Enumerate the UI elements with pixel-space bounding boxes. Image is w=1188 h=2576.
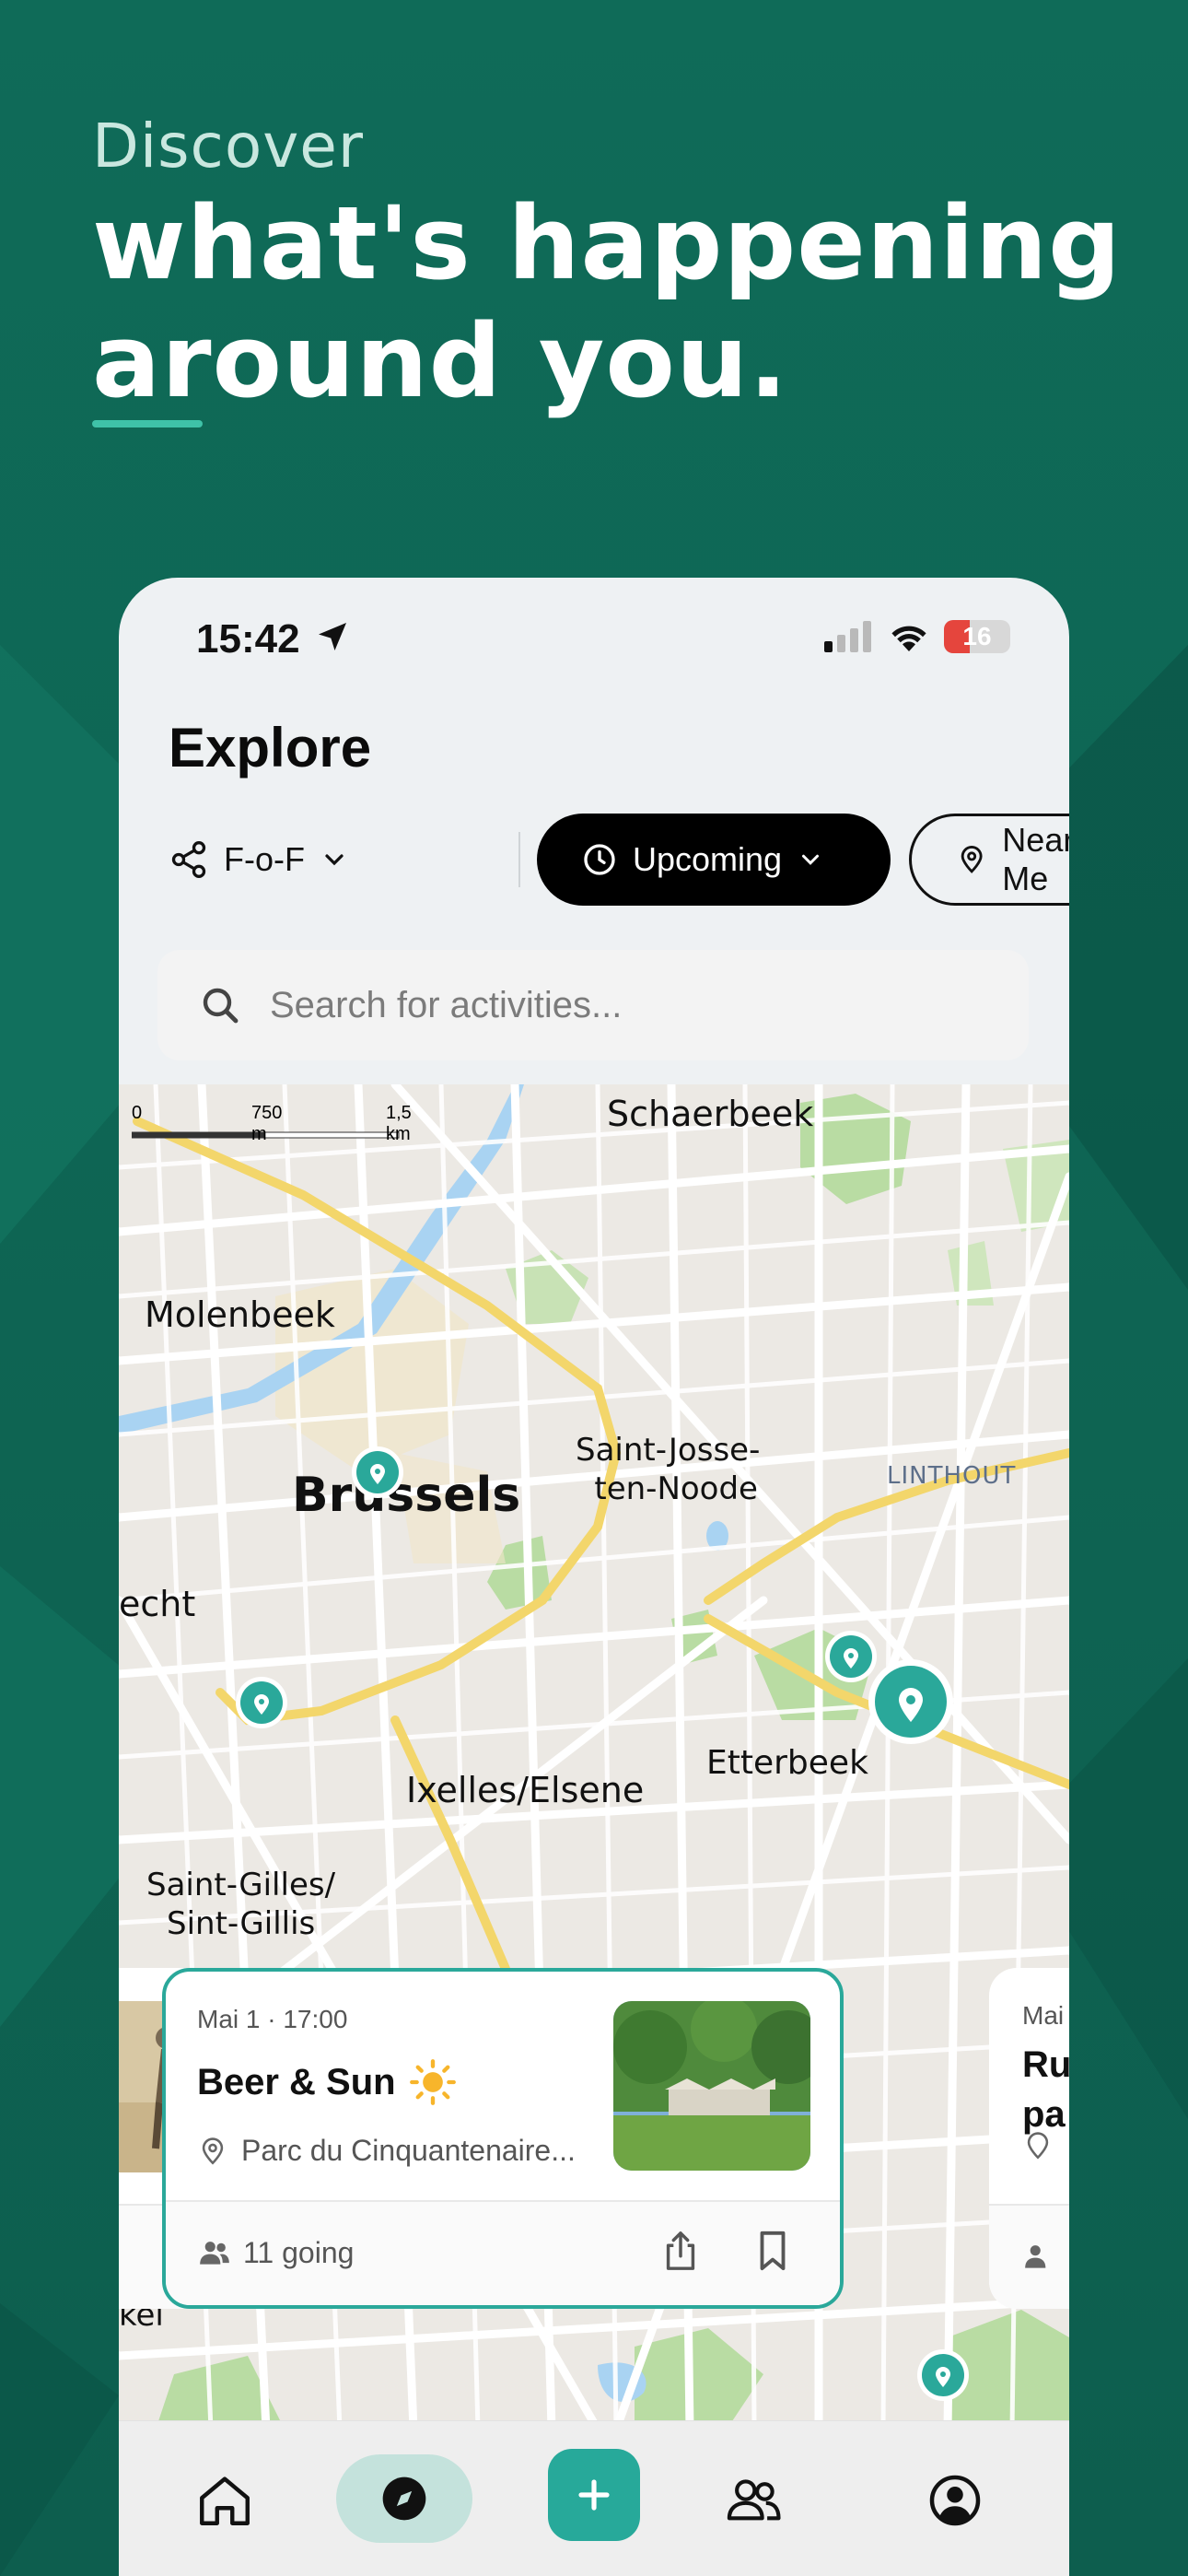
map-label-saint-gilles: Saint-Gilles/ Sint-Gillis xyxy=(146,1866,335,1943)
sun-emoji-icon xyxy=(410,2059,456,2105)
event-photo xyxy=(613,2001,810,2171)
map-label-saint-gilles-line1: Saint-Gilles/ xyxy=(146,1867,336,1903)
attendees-count-text: 11 going xyxy=(243,2235,355,2269)
signal-icon xyxy=(824,621,871,652)
fof-filter-button[interactable]: F-o-F xyxy=(169,814,349,906)
friends-icon xyxy=(727,2479,781,2521)
map-label-molenbeek: Molenbeek xyxy=(145,1294,335,1335)
event-date: Mai 1 · 17:00 xyxy=(197,2005,348,2033)
profile-icon xyxy=(929,2475,981,2526)
search-icon xyxy=(203,988,239,1024)
event-location-text: Parc du Cinquantenaire... xyxy=(241,2134,576,2167)
people-icon xyxy=(1025,2245,1046,2268)
map-label-saint-gilles-line2: Sint-Gillis xyxy=(167,1905,316,1942)
battery-level: 16 xyxy=(962,622,992,650)
share-icon[interactable] xyxy=(659,2228,702,2274)
page-title: Explore xyxy=(169,717,372,779)
headline-line-2: around you. xyxy=(92,302,789,420)
plus-icon xyxy=(578,2479,610,2511)
next-event-title-line1: Ru xyxy=(1022,2044,1069,2085)
filter-divider xyxy=(518,832,520,887)
location-arrow-icon xyxy=(319,623,346,650)
location-pin-icon xyxy=(202,2137,224,2165)
bookmark-icon[interactable] xyxy=(751,2228,794,2274)
headline-underline xyxy=(92,420,203,427)
map-pin-marker[interactable] xyxy=(914,2347,972,2404)
home-icon xyxy=(200,2476,250,2525)
headline-kicker: Discover xyxy=(92,111,365,181)
near-me-filter-label: Near Me xyxy=(1002,821,1069,897)
next-event-date: Mai xyxy=(1022,2001,1065,2030)
wifi-icon xyxy=(891,626,926,651)
map-pin-selected-marker[interactable] xyxy=(865,1656,957,1748)
scale-end: 1,5 km xyxy=(386,1103,412,1144)
tab-add[interactable] xyxy=(548,2449,640,2541)
scale-zero: 0 xyxy=(132,1103,143,1123)
location-pin-icon xyxy=(961,846,983,873)
clock-icon xyxy=(584,844,615,875)
next-event-title: Ru pa xyxy=(1022,2040,1069,2139)
share-network-icon xyxy=(171,841,206,878)
filter-bar: F-o-F Upcoming Near Me xyxy=(169,814,1069,906)
map-label-saint-josse-line1: Saint-Josse- xyxy=(576,1432,761,1469)
battery-indicator: 16 xyxy=(944,620,1010,653)
map-label-brussels: Brussels xyxy=(292,1468,521,1523)
map-pin-marker[interactable] xyxy=(233,1674,290,1731)
card-footer: 11 going xyxy=(166,2200,840,2305)
map-label-etterbeek: Etterbeek xyxy=(706,1744,868,1782)
upcoming-filter-button[interactable]: Upcoming xyxy=(537,814,891,906)
bottom-tab-bar xyxy=(119,2420,1069,2576)
event-card[interactable]: Mai 1 · 17:00 Beer & Sun Parc du Cinquan… xyxy=(162,1968,844,2309)
attendees-count: 11 going xyxy=(197,2235,354,2270)
event-title: Beer & Sun xyxy=(197,2062,396,2102)
map-label-saint-josse: Saint-Josse- ten-Noode xyxy=(576,1431,760,1508)
map-label-linthout: LINTHOUT xyxy=(887,1462,1017,1490)
upcoming-filter-label: Upcoming xyxy=(633,840,783,878)
search-placeholder: Search for activities... xyxy=(270,984,623,1025)
near-me-filter-button[interactable]: Near Me xyxy=(909,814,1069,906)
event-location: Parc du Cinquantenaire... xyxy=(197,2134,576,2168)
search-input[interactable]: Search for activities... xyxy=(157,950,1029,1060)
scale-mid: 750 m xyxy=(251,1103,283,1144)
map-label-schaerbeek: Schaerbeek xyxy=(607,1094,814,1134)
tab-profile[interactable] xyxy=(909,2454,1001,2547)
chevron-down-icon xyxy=(325,854,344,866)
tab-friends[interactable] xyxy=(703,2454,804,2547)
map-label-saint-josse-line2: ten-Noode xyxy=(594,1470,758,1507)
map-label-echt: echt xyxy=(119,1584,196,1624)
headline-line-1: what's happening xyxy=(92,184,1122,302)
card-footer xyxy=(989,2204,1069,2309)
people-icon xyxy=(200,2242,229,2265)
marketing-headline: Discover what's happening around you. xyxy=(92,111,1122,417)
chevron-down-icon xyxy=(802,854,820,865)
tab-home[interactable] xyxy=(174,2454,275,2547)
compass-icon xyxy=(382,2476,426,2521)
status-bar: 15:42 16 xyxy=(119,578,1069,707)
status-time: 15:42 xyxy=(196,616,300,662)
map-pin-marker[interactable] xyxy=(349,1444,406,1501)
location-pin-icon xyxy=(1027,2132,1049,2160)
fof-filter-label: F-o-F xyxy=(224,840,305,878)
map-label-ixelles: Ixelles/Elsene xyxy=(406,1770,645,1810)
event-card-next[interactable]: Mai Ru pa xyxy=(989,1968,1069,2309)
status-icons: 16 xyxy=(824,620,1010,653)
tab-explore[interactable] xyxy=(336,2454,472,2543)
